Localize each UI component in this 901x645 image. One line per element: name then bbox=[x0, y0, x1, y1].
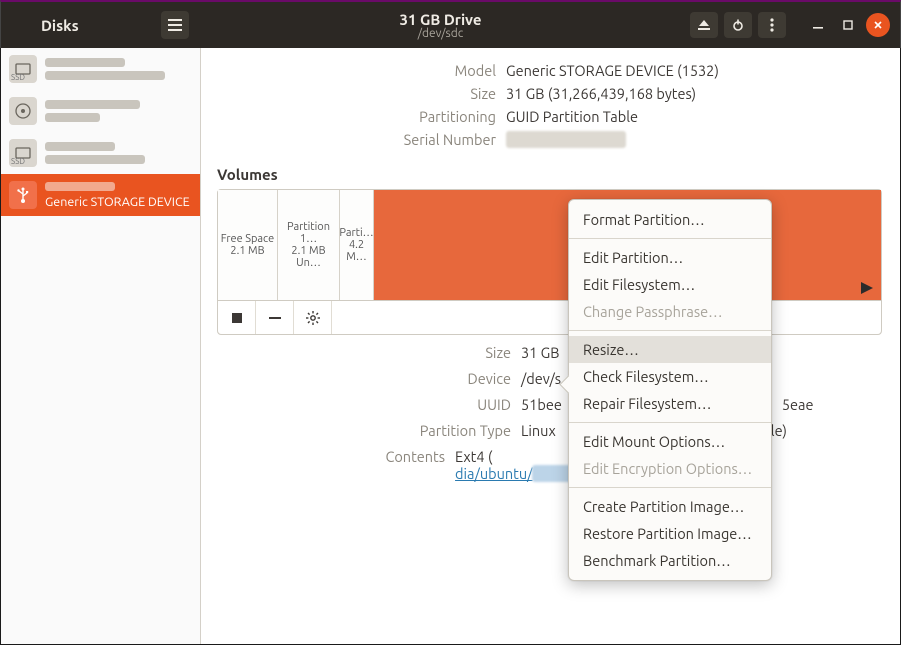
sidebar-item[interactable] bbox=[1, 90, 200, 132]
drive-subtitle: /dev/sdc bbox=[201, 27, 680, 40]
hamburger-icon bbox=[168, 19, 182, 31]
menu-separator bbox=[569, 238, 771, 239]
stop-icon bbox=[232, 313, 242, 323]
menu-separator bbox=[569, 422, 771, 423]
content-pane: ModelGeneric STORAGE DEVICE (1532) Size3… bbox=[201, 48, 900, 644]
value-vol-ptype-pre: Linux bbox=[521, 422, 556, 439]
value-model: Generic STORAGE DEVICE (1532) bbox=[506, 62, 719, 79]
mounted-indicator-icon bbox=[861, 282, 873, 294]
app-title: Disks bbox=[41, 17, 79, 34]
menu-edit-encryption-options: Edit Encryption Options… bbox=[569, 455, 771, 482]
vol-label: Partition 1… bbox=[280, 221, 337, 245]
disc-icon bbox=[9, 97, 37, 125]
value-vol-uuid-pre: 51bee bbox=[521, 396, 562, 413]
label-vol-uuid: UUID bbox=[201, 396, 521, 413]
volume-partition1[interactable]: Partition 1… 2.1 MB Un… bbox=[278, 190, 340, 300]
eject-button[interactable] bbox=[690, 12, 718, 38]
menu-resize[interactable]: Resize… bbox=[569, 336, 771, 363]
kebab-icon bbox=[770, 18, 774, 32]
value-partitioning: GUID Partition Table bbox=[506, 108, 638, 125]
sidebar-item[interactable]: SSD bbox=[1, 132, 200, 174]
hamburger-menu-button[interactable] bbox=[161, 11, 189, 39]
vol-label: Parti… bbox=[339, 227, 373, 239]
window-minimize-button[interactable] bbox=[806, 13, 830, 37]
volume-context-menu: Format Partition… Edit Partition… Edit F… bbox=[568, 199, 772, 581]
usb-icon bbox=[9, 181, 37, 209]
delete-partition-button[interactable] bbox=[256, 301, 294, 334]
value-vol-uuid-post: 5eae bbox=[782, 396, 814, 413]
header-bar: Disks 31 GB Drive /dev/sdc bbox=[0, 0, 901, 48]
close-icon bbox=[873, 20, 883, 30]
value-vol-contents-pre: Ext4 ( bbox=[455, 448, 492, 465]
volumes-heading: Volumes bbox=[217, 166, 884, 183]
window-close-button[interactable] bbox=[866, 13, 890, 37]
menu-separator bbox=[569, 330, 771, 331]
value-vol-ptype-post: le) bbox=[771, 422, 787, 439]
vol-sublabel: 2.1 MB Un… bbox=[280, 245, 337, 269]
volume-free-space[interactable]: Free Space 2.1 MB bbox=[218, 190, 278, 300]
value-size: 31 GB (31,266,439,168 bytes) bbox=[506, 85, 696, 102]
more-actions-button[interactable] bbox=[758, 12, 786, 38]
menu-edit-filesystem[interactable]: Edit Filesystem… bbox=[569, 271, 771, 298]
label-vol-contents: Contents bbox=[201, 448, 455, 465]
menu-create-partition-image[interactable]: Create Partition Image… bbox=[569, 493, 771, 520]
menu-edit-mount-options[interactable]: Edit Mount Options… bbox=[569, 428, 771, 455]
menu-restore-partition-image[interactable]: Restore Partition Image… bbox=[569, 520, 771, 547]
value-vol-size: 31 GB bbox=[521, 344, 560, 361]
menu-benchmark-partition[interactable]: Benchmark Partition… bbox=[569, 547, 771, 574]
menu-edit-partition[interactable]: Edit Partition… bbox=[569, 244, 771, 271]
sidebar-item-selected[interactable]: Generic STORAGE DEVICE bbox=[1, 174, 200, 216]
volume-settings-button[interactable] bbox=[294, 301, 332, 334]
volume-partition-small[interactable]: Parti… 4.2 M… bbox=[340, 190, 374, 300]
label-vol-ptype: Partition Type bbox=[201, 422, 521, 439]
label-serial: Serial Number bbox=[201, 131, 506, 148]
label-vol-size: Size bbox=[201, 344, 521, 361]
window-maximize-button[interactable] bbox=[836, 13, 860, 37]
minus-icon bbox=[269, 317, 281, 319]
unmount-button[interactable] bbox=[218, 301, 256, 334]
value-serial-redacted: XXXXXXXXXXXXX bbox=[506, 131, 626, 148]
device-sidebar: SSD SSD Generic STORAGE DEVICE bbox=[1, 48, 201, 644]
menu-format-partition[interactable]: Format Partition… bbox=[569, 206, 771, 233]
menu-check-filesystem[interactable]: Check Filesystem… bbox=[569, 363, 771, 390]
power-icon bbox=[732, 19, 744, 31]
main-area: SSD SSD Generic STORAGE DEVICE bbox=[0, 48, 901, 645]
menu-repair-filesystem[interactable]: Repair Filesystem… bbox=[569, 390, 771, 417]
label-model: Model bbox=[201, 62, 506, 79]
maximize-icon bbox=[843, 20, 853, 30]
sidebar-item-label: Generic STORAGE DEVICE bbox=[45, 195, 192, 209]
eject-icon bbox=[698, 19, 710, 31]
ssd-icon: SSD bbox=[9, 55, 37, 83]
power-button[interactable] bbox=[724, 12, 752, 38]
menu-separator bbox=[569, 487, 771, 488]
volumes-box: Free Space 2.1 MB Partition 1… 2.1 MB Un… bbox=[217, 189, 882, 335]
label-vol-device: Device bbox=[201, 370, 521, 387]
minimize-icon bbox=[813, 20, 823, 30]
sidebar-item[interactable]: SSD bbox=[1, 48, 200, 90]
volume-toolbar bbox=[218, 300, 881, 334]
value-vol-device: /dev/s bbox=[521, 370, 561, 387]
gear-icon bbox=[306, 311, 320, 325]
mount-point-link[interactable]: dia/ubuntu/ bbox=[455, 465, 532, 482]
vol-label: Free Space bbox=[221, 233, 274, 245]
vol-sublabel: 2.1 MB bbox=[230, 245, 264, 257]
label-partitioning: Partitioning bbox=[201, 108, 506, 125]
vol-sublabel: 4.2 M… bbox=[342, 239, 371, 263]
ssd-icon: SSD bbox=[9, 139, 37, 167]
menu-change-passphrase: Change Passphrase… bbox=[569, 298, 771, 325]
drive-title: 31 GB Drive bbox=[201, 11, 680, 28]
label-size: Size bbox=[201, 85, 506, 102]
